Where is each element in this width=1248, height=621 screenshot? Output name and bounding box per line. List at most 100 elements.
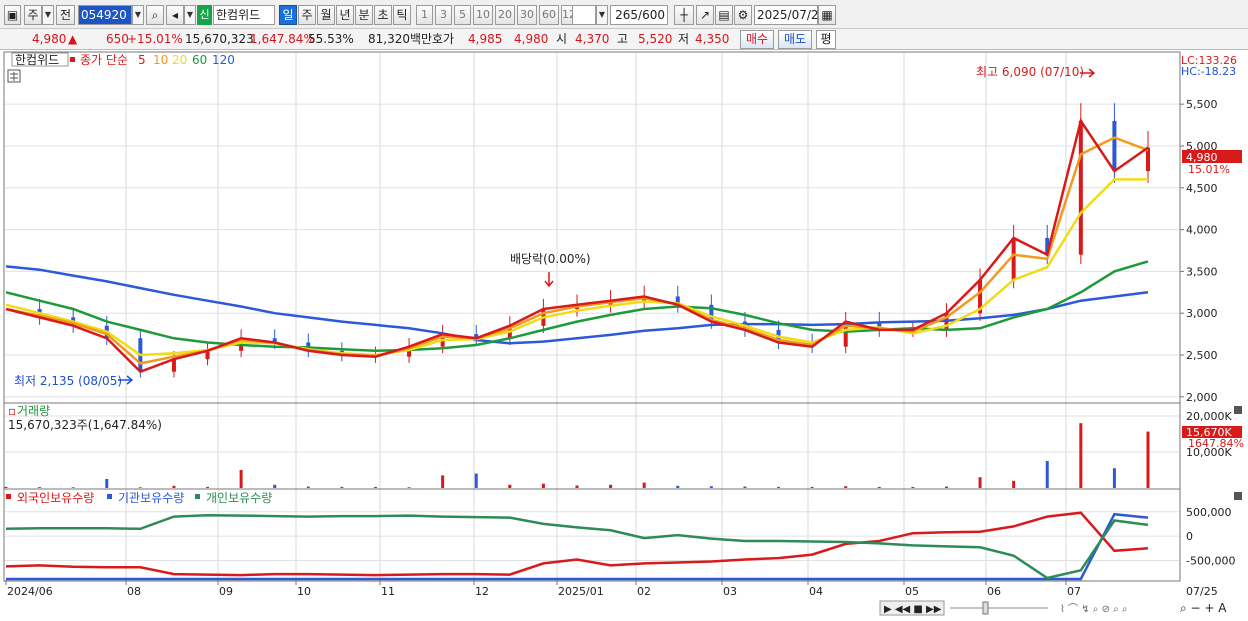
- trade-amount: 81,320백만: [368, 32, 433, 46]
- candle-body: [1112, 120, 1117, 172]
- x-tick-label: 04: [809, 585, 823, 598]
- open-label: 시: [556, 32, 568, 46]
- multiplier-button-5[interactable]: 5: [454, 5, 471, 25]
- interval-button-1[interactable]: 주: [298, 5, 316, 25]
- volume-bar: [1112, 468, 1116, 488]
- holding-legend-marker-individual: [195, 494, 200, 499]
- volume-bar: [1045, 461, 1049, 488]
- x-tick-label: 05: [905, 585, 919, 598]
- stock-code-dropdown-icon[interactable]: ▼: [132, 5, 144, 25]
- calendar-icon[interactable]: ▦: [818, 5, 836, 25]
- multiplier-button-1[interactable]: 1: [416, 5, 433, 25]
- custom-interval-input[interactable]: [572, 5, 596, 25]
- scroll-play-icon[interactable]: ▶ ◀◀ ■ ▶▶: [884, 604, 942, 615]
- x-tick-label: 09: [219, 585, 233, 598]
- volume-value: 15,670,323: [185, 32, 254, 46]
- volume-tick-label: 20,000K: [1186, 410, 1232, 423]
- interval-button-5[interactable]: 초: [374, 5, 392, 25]
- x-tick-label: 07: [1067, 585, 1081, 598]
- stock-chart[interactable]: 2024/06 08 09 10 11 12 2025/01 02 03 04 05 06 07 5,50…: [0, 50, 1248, 621]
- x-tick-label: 08: [127, 585, 141, 598]
- x-tick-label: 12: [475, 585, 489, 598]
- dividend-annotation: 배당락(0.00%): [510, 252, 591, 266]
- holding-legend-marker-foreign: [6, 494, 11, 499]
- save-icon[interactable]: ▤: [715, 5, 733, 25]
- search-icon[interactable]: ⌕: [146, 5, 164, 25]
- volume-bar: [877, 486, 881, 488]
- multiplier-button-10[interactable]: 10: [473, 5, 493, 25]
- volume-bar: [206, 486, 210, 488]
- gear-icon[interactable]: ⚙: [734, 5, 752, 25]
- holding-legend-institution: 기관보유수량: [118, 491, 184, 505]
- period-prefix-button[interactable]: 전: [56, 5, 75, 25]
- custom-interval-dropdown-icon[interactable]: ▼: [596, 5, 608, 25]
- volume-current-rate: 1647.84%: [1188, 437, 1244, 450]
- volume-panel-close-icon[interactable]: [1234, 406, 1242, 414]
- speaker-dropdown-icon[interactable]: ▼: [184, 5, 196, 25]
- interval-button-0[interactable]: 일: [279, 5, 297, 25]
- candle-style-icon[interactable]: ┼: [674, 5, 694, 25]
- volume-bar: [844, 486, 848, 488]
- interval-button-2[interactable]: 월: [317, 5, 335, 25]
- volume-bar: [239, 470, 243, 488]
- period-type-select[interactable]: 주: [24, 5, 42, 25]
- candle-body: [1011, 237, 1016, 280]
- zoom-icons[interactable]: ⌕ − + A: [1180, 601, 1227, 615]
- volume-bar: [810, 486, 814, 488]
- bid-price: 4,980: [514, 32, 549, 46]
- legend-ma-label: 종가 단순: [80, 53, 128, 67]
- price-change-rate: +15.01%: [127, 32, 183, 46]
- multiplier-button-60[interactable]: 60: [539, 5, 559, 25]
- holding-legend-marker-institution: [107, 494, 112, 499]
- speaker-icon[interactable]: ◂: [166, 5, 184, 25]
- zoom-slider-thumb[interactable]: [982, 601, 989, 615]
- volume-bar: [373, 486, 377, 488]
- high-price-annotation: 최고 6,090 (07/10): [976, 65, 1084, 79]
- legend-ma-120: 120: [212, 53, 235, 67]
- stock-code-input[interactable]: 054920: [78, 5, 132, 25]
- price-tick-label: 4,500: [1186, 182, 1218, 195]
- candle-body: [171, 359, 176, 372]
- ask-label: 호가: [432, 32, 455, 46]
- multiplier-button-3[interactable]: 3: [435, 5, 452, 25]
- low-price-annotation: 최저 2,135 (08/05): [14, 374, 122, 388]
- volume-bar: [575, 485, 579, 488]
- candle-body: [1078, 120, 1083, 255]
- stock-name-field[interactable]: 한컴위드: [213, 5, 275, 25]
- holding-panel-close-icon[interactable]: [1234, 492, 1242, 500]
- multiplier-button-30[interactable]: 30: [517, 5, 537, 25]
- volume-bar: [38, 487, 42, 488]
- volume-panel-marker: ▫: [8, 404, 16, 418]
- volume-bar: [441, 475, 445, 488]
- price-tick-label: 2,500: [1186, 349, 1218, 362]
- holding-legend-foreign: 외국인보유수량: [17, 491, 94, 505]
- volume-bar: [172, 485, 176, 488]
- multiplier-button-20[interactable]: 20: [495, 5, 515, 25]
- evaluation-button[interactable]: 평: [816, 30, 836, 49]
- legend-ma-marker: [70, 57, 75, 62]
- x-tick-label: 11: [381, 585, 395, 598]
- x-tick-label: 2024/06: [7, 585, 53, 598]
- volume-bar: [306, 486, 310, 488]
- view-count-total: /600: [638, 8, 665, 22]
- volume-bar: [1079, 423, 1083, 488]
- sell-button[interactable]: 매도: [778, 30, 812, 49]
- drawing-tools-icons[interactable]: ⌇ ⌒ ↯ ⌕ ⊘ ⌕ ⌕: [1060, 603, 1128, 615]
- interval-button-4[interactable]: 분: [355, 5, 373, 25]
- holding-tick-label: -500,000: [1186, 555, 1235, 568]
- volume-bar: [676, 485, 680, 488]
- volume-bar: [273, 484, 277, 488]
- volume-bar: [944, 486, 948, 488]
- compare-icon[interactable]: ↗: [696, 5, 714, 25]
- interval-button-3[interactable]: 년: [336, 5, 354, 25]
- period-type-dropdown-icon[interactable]: ▼: [42, 5, 54, 25]
- interval-button-6[interactable]: 틱: [393, 5, 411, 25]
- date-input[interactable]: 2025/07/25: [754, 5, 826, 25]
- up-arrow-icon: ▲: [68, 32, 78, 46]
- view-count-field[interactable]: 265/600: [610, 5, 668, 25]
- volume-bar: [777, 486, 781, 488]
- x-tick-label: 03: [723, 585, 737, 598]
- buy-button[interactable]: 매수: [740, 30, 774, 49]
- volume-bar: [1012, 480, 1016, 488]
- window-menu-icon[interactable]: ▣: [4, 5, 21, 25]
